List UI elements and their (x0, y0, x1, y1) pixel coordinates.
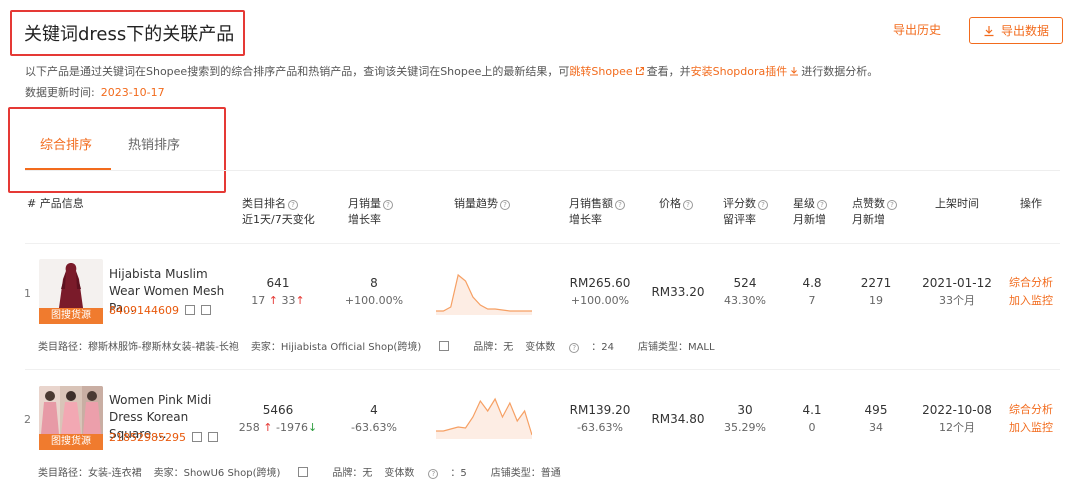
tab-comprehensive-sort[interactable]: 综合排序 (40, 134, 92, 153)
header-divider (25, 243, 1060, 244)
row-index: 1 (24, 287, 31, 300)
category-rank: 5466 258 ↑ -1976↓ (238, 403, 318, 434)
arrow-up-icon: ↑ (265, 294, 282, 307)
sales-trend-sparkline (436, 391, 533, 444)
col-rating-count: 评分数? 留评率 (723, 196, 768, 228)
product-meta: 类目路径：穆斯林服饰-穆斯林女装-裙装-长袍 卖家：Hijiabista Offi… (38, 341, 715, 353)
trend-area (436, 275, 532, 315)
jump-shopee-link[interactable]: 跳转Shopee (569, 65, 632, 78)
help-icon: ? (683, 200, 693, 210)
tabs-divider (25, 170, 1060, 171)
col-product-info: # 产品信息 (27, 197, 84, 210)
col-category-rank: 类目排名? 近1天/7天变化 (242, 197, 315, 226)
arrow-down-icon: ↓ (307, 421, 318, 434)
help-icon: ? (500, 200, 510, 210)
help-icon: ? (428, 469, 439, 479)
category-rank: 641 17 ↑ 33↑ (251, 276, 305, 307)
analyze-link[interactable]: 综合分析 (1009, 274, 1053, 292)
star-rating: 4.8 7 (802, 276, 822, 307)
add-monitor-link[interactable]: 加入监控 (1009, 419, 1053, 437)
seller-link[interactable]: 卖家：Hijiabista Official Shop(跨境) (251, 342, 421, 353)
row-index: 2 (24, 413, 31, 426)
sales-trend-sparkline (436, 267, 532, 320)
help-icon: ? (288, 200, 298, 210)
product-id-link[interactable]: 8409144609 (109, 304, 179, 317)
arrow-up-icon: ↑ (259, 421, 277, 434)
install-plugin-link[interactable]: 安装Shopdora插件 (691, 65, 788, 78)
product-id-link[interactable]: 21852985295 (109, 431, 186, 444)
help-icon: ? (758, 200, 768, 210)
row-divider (25, 369, 1060, 370)
col-price: 价格? (659, 196, 693, 212)
monthly-revenue: RM265.60 +100.00% (569, 276, 631, 307)
col-likes: 点赞数? 月新增 (852, 196, 897, 228)
product-meta: 类目路径：女装-连衣裙 卖家：ShowU6 Shop(跨境) 品牌：无 变体数? ：5 店… (38, 467, 561, 479)
export-data-button[interactable]: 导出数据 (969, 17, 1063, 44)
external-link-icon[interactable] (298, 467, 309, 477)
external-link-icon[interactable] (439, 341, 450, 351)
page-title: 关键词dress下的关联产品 (24, 24, 235, 45)
rating-count: 30 35.29% (724, 403, 766, 434)
help-icon: ? (887, 200, 897, 210)
image-search-badge[interactable]: 图搜货源 (39, 308, 103, 324)
external-link-icon[interactable] (185, 305, 195, 315)
monthly-sales: 4 -63.63% (351, 403, 397, 434)
add-monitor-link[interactable]: 加入监控 (1009, 292, 1053, 310)
col-monthly-sales: 月销量? 增长率 (348, 196, 393, 228)
listed-time: 2022-10-08 12个月 (922, 403, 992, 434)
likes: 495 34 (864, 403, 888, 434)
tab-hot-sales-sort[interactable]: 热销排序 (128, 134, 180, 153)
price: RM34.80 (651, 412, 705, 426)
external-link-icon[interactable] (191, 432, 202, 442)
arrow-up-icon: ↑ (295, 294, 305, 307)
monthly-sales: 8 +100.00% (344, 276, 404, 307)
col-monthly-revenue: 月销售额? 增长率 (569, 196, 625, 228)
copy-icon[interactable] (201, 305, 211, 315)
star-rating: 4.1 0 (802, 403, 822, 434)
trend-line (436, 273, 532, 312)
col-listed-time: 上架时间 (935, 197, 979, 210)
image-search-badge[interactable]: 图搜货源 (39, 434, 103, 450)
help-icon: ? (383, 200, 393, 210)
monthly-revenue: RM139.20 -63.63% (569, 403, 631, 434)
export-history-button[interactable]: 导出历史 (893, 21, 941, 38)
download-icon (790, 67, 799, 76)
price: RM33.20 (651, 285, 705, 299)
rating-count: 524 43.30% (724, 276, 766, 307)
help-icon: ? (569, 343, 580, 353)
help-icon: ? (615, 200, 625, 210)
col-stars: 星级? 月新增 (793, 197, 827, 226)
seller-link[interactable]: 卖家：ShowU6 Shop(跨境) (154, 468, 281, 479)
likes: 2271 19 (860, 276, 892, 307)
help-icon: ? (817, 200, 827, 210)
listed-time: 2021-01-12 33个月 (922, 276, 992, 307)
download-icon (984, 25, 994, 36)
description-text: 以下产品是通过关键词在Shopee搜索到的综合排序产品和热销产品，查询该关键词在… (25, 65, 879, 78)
copy-icon[interactable] (207, 432, 218, 442)
col-operations: 操作 (1020, 197, 1042, 210)
update-date: 2023-10-17 (100, 86, 165, 99)
export-data-label: 导出数据 (1000, 24, 1049, 38)
analyze-link[interactable]: 综合分析 (1009, 401, 1053, 419)
col-sales-trend: 销量趋势? (454, 196, 510, 212)
update-time: 数据更新时间: 2023-10-17 (25, 86, 165, 99)
external-link-icon (635, 67, 644, 75)
